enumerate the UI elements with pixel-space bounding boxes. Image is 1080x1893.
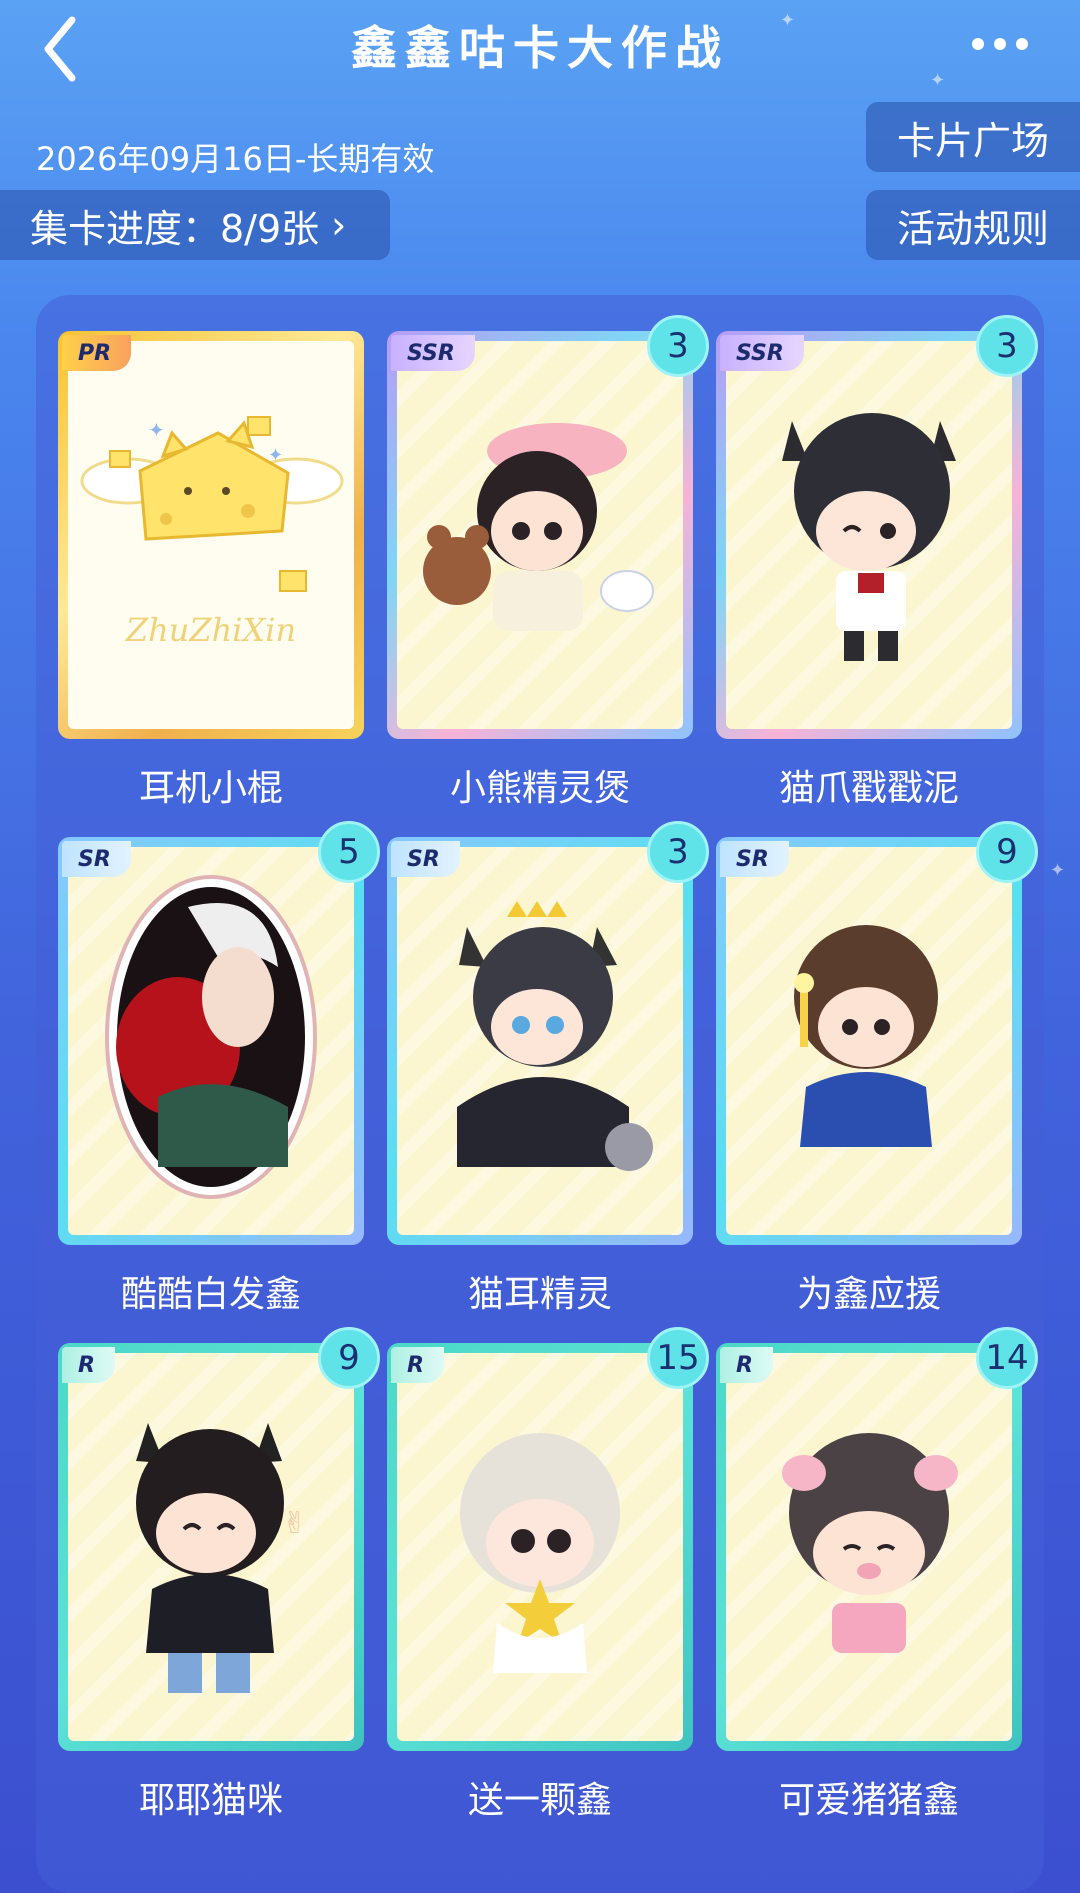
card-item[interactable]: PR ✦ ✦ ZhuZhiXin 耳机小棍 — [58, 331, 364, 811]
card-name: 可爱猪猪鑫 — [778, 1780, 959, 1821]
card-count-badge: 3 — [976, 315, 1038, 377]
card-item[interactable]: R 14 可爱猪猪鑫 — [716, 1327, 1038, 1823]
card-frame: SR 9 — [716, 821, 1038, 1245]
card-name: 耳机小棍 — [138, 768, 283, 809]
rarity-badge: SSR — [720, 335, 804, 371]
card-name: 送一颗鑫 — [467, 1780, 612, 1821]
card-name: 耶耶猫咪 — [138, 1780, 283, 1821]
card-plaza-button[interactable]: 卡片广场 — [866, 102, 1080, 172]
card-art — [726, 1353, 1012, 1741]
chibi-cat-crown-illustration — [457, 901, 653, 1171]
more-icon — [972, 38, 984, 50]
card-item[interactable]: SSR 3 小熊精灵煲 — [387, 315, 709, 811]
card-art: ✦ ✦ ZhuZhiXin — [68, 341, 354, 729]
card-art: ✌ — [68, 1353, 354, 1741]
card-count-badge: 3 — [647, 821, 709, 883]
card-item[interactable]: SR 5 酷酷白发鑫 — [58, 821, 380, 1317]
card-count-badge: 15 — [647, 1327, 709, 1389]
card-name: 为鑫应援 — [796, 1274, 941, 1315]
card-art — [726, 341, 1012, 729]
card-collection-panel: PR ✦ ✦ ZhuZhiXin 耳机小棍 SSR 3 小熊精灵煲 SSR 3 … — [36, 295, 1044, 1893]
card-frame: R 14 — [716, 1327, 1038, 1751]
card-item[interactable]: R 15 送一颗鑫 — [387, 1327, 709, 1823]
card-frame: SR 5 — [58, 821, 380, 1245]
card-frame: PR ✦ ✦ ZhuZhiXin — [58, 331, 364, 739]
card-item[interactable]: R 9 ✌ 耶耶猫咪 — [58, 1327, 380, 1823]
collection-progress-button[interactable]: 集卡进度：8/9张 › — [0, 190, 390, 260]
card-item[interactable]: SSR 3 猫爪戳戳泥 — [716, 315, 1038, 811]
sparkle-icon: ✦ — [1050, 860, 1066, 881]
card-art — [68, 847, 354, 1235]
card-name: 猫耳精灵 — [467, 1274, 612, 1315]
svg-text:✌: ✌ — [282, 1506, 307, 1541]
svg-text:✦: ✦ — [268, 445, 283, 466]
card-count-badge: 3 — [647, 315, 709, 377]
date-range: 2026年09月16日-长期有效 — [36, 140, 435, 178]
more-icon-dot — [1016, 38, 1028, 50]
rarity-badge: PR — [62, 335, 132, 371]
card-art — [397, 847, 683, 1235]
card-item[interactable]: SR 3 猫耳精灵 — [387, 821, 709, 1317]
white-hair-portrait-illustration — [105, 875, 317, 1199]
card-frame: SSR 3 — [387, 315, 709, 739]
chibi-cheer-illustration — [794, 925, 938, 1147]
rarity-badge: SR — [62, 841, 131, 877]
more-button[interactable] — [972, 26, 1028, 62]
rarity-badge: R — [720, 1347, 773, 1383]
cheese-cat-illustration: ✦ ✦ ZhuZhiXin — [80, 416, 344, 649]
card-frame: SSR 3 — [716, 315, 1038, 739]
chevron-right-icon: › — [331, 203, 347, 247]
card-name: 小熊精灵煲 — [449, 768, 630, 809]
rarity-badge: SR — [720, 841, 789, 877]
card-frame: R 15 — [387, 1327, 709, 1751]
card-count-badge: 14 — [976, 1327, 1038, 1389]
progress-label: 集卡进度：8/9张 — [30, 206, 320, 251]
rarity-badge: R — [391, 1347, 444, 1383]
card-name: 酷酷白发鑫 — [120, 1274, 301, 1315]
chibi-cat-paw-illustration — [782, 413, 956, 661]
cheese-signature: ZhuZhiXin — [125, 611, 296, 649]
chibi-pig-illustration — [782, 1433, 958, 1653]
rarity-badge: R — [62, 1347, 115, 1383]
card-count-badge: 5 — [318, 821, 380, 883]
card-item[interactable]: SR 9 为鑫应援 — [716, 821, 1038, 1317]
page-title: 鑫鑫咕卡大作战 — [351, 21, 729, 75]
rarity-badge: SSR — [391, 335, 475, 371]
card-count-badge: 9 — [318, 1327, 380, 1389]
more-icon-dot — [994, 38, 1006, 50]
card-frame: R 9 ✌ — [58, 1327, 380, 1751]
card-art — [397, 341, 683, 729]
chibi-bear-illustration — [423, 423, 654, 631]
card-frame: SR 3 — [387, 821, 709, 1245]
chibi-peace-sign-illustration: ✌ — [136, 1423, 307, 1693]
rarity-badge: SR — [391, 841, 460, 877]
activity-rules-button[interactable]: 活动规则 — [866, 190, 1080, 260]
card-count-badge: 9 — [976, 821, 1038, 883]
card-name: 猫爪戳戳泥 — [778, 768, 959, 809]
card-art — [726, 847, 1012, 1235]
svg-text:✦: ✦ — [148, 418, 165, 442]
chibi-star-illustration — [460, 1433, 620, 1673]
card-art — [397, 1353, 683, 1741]
